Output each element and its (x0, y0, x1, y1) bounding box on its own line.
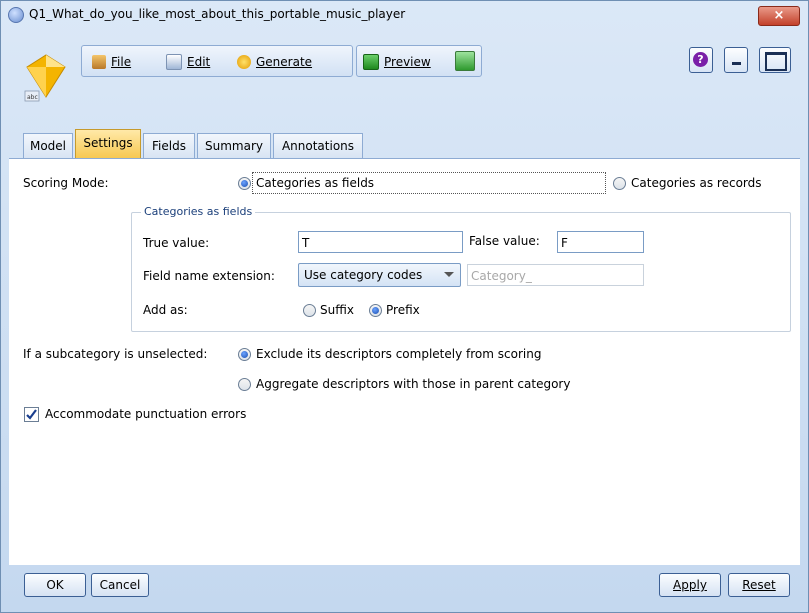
app-icon (8, 7, 24, 23)
group-title: Categories as fields (141, 205, 256, 218)
checkmark-icon (26, 409, 37, 420)
edit-menu[interactable]: Edit (166, 54, 210, 70)
title-bar[interactable]: Q1_What_do_you_like_most_about_this_port… (1, 1, 808, 29)
subcategory-exclude-radio[interactable] (238, 348, 251, 361)
preview-toolbar: Preview (356, 45, 482, 77)
add-as-suffix-radio[interactable] (303, 304, 316, 317)
field-name-extension-dropdown[interactable]: Use category codes (298, 263, 461, 287)
true-value-label: True value: (143, 236, 210, 250)
add-as-label: Add as: (143, 303, 188, 317)
reset-button[interactable]: Reset (728, 573, 790, 597)
file-icon (92, 55, 106, 69)
dialog-window: Q1_What_do_you_like_most_about_this_port… (0, 0, 809, 613)
dropdown-value: Use category codes (304, 268, 423, 282)
false-value-label: False value: (469, 234, 540, 248)
help-button[interactable]: ? (689, 47, 713, 73)
subcategory-label: If a subcategory is unselected: (23, 347, 208, 361)
subcategory-aggregate-radio[interactable] (238, 378, 251, 391)
extension-text-input[interactable]: Category_ (467, 264, 644, 286)
subcategory-aggregate-label[interactable]: Aggregate descriptors with those in pare… (256, 377, 570, 391)
add-as-prefix-label[interactable]: Prefix (386, 303, 420, 317)
minimize-icon (732, 62, 741, 65)
preview-button[interactable]: Preview (363, 54, 431, 70)
text-mining-node-icon: abc (24, 54, 66, 102)
generate-menu[interactable]: Generate (237, 54, 312, 70)
edit-icon (166, 54, 182, 70)
add-as-prefix-radio[interactable] (369, 304, 382, 317)
generate-icon (237, 55, 251, 69)
chevron-down-icon (444, 272, 454, 277)
scoring-fields-radio[interactable] (238, 177, 251, 190)
punctuation-checkbox[interactable] (24, 407, 39, 422)
scoring-mode-label: Scoring Mode: (23, 176, 109, 190)
tab-annotations[interactable]: Annotations (273, 133, 363, 158)
minimize-button[interactable] (724, 47, 748, 73)
scoring-records-radio[interactable] (613, 177, 626, 190)
scoring-fields-label[interactable]: Categories as fields (256, 176, 374, 190)
false-value-input[interactable]: F (557, 231, 644, 253)
punctuation-label[interactable]: Accommodate punctuation errors (45, 407, 246, 421)
tab-summary[interactable]: Summary (197, 133, 271, 158)
window-title: Q1_What_do_you_like_most_about_this_port… (29, 7, 406, 21)
settings-panel: Scoring Mode: Categories as fields Categ… (9, 158, 800, 565)
tab-fields[interactable]: Fields (143, 133, 195, 158)
maximize-icon (765, 52, 787, 71)
apply-button[interactable]: Apply (659, 573, 721, 597)
menu-toolbar: File Edit Generate (81, 45, 353, 77)
help-icon: ? (693, 52, 708, 67)
close-button[interactable]: × (758, 6, 800, 26)
scoring-records-label[interactable]: Categories as records (631, 176, 762, 190)
ok-button[interactable]: OK (24, 573, 86, 597)
true-value-input[interactable]: T (298, 231, 463, 253)
svg-text:abc: abc (27, 94, 38, 101)
add-as-suffix-label[interactable]: Suffix (320, 303, 354, 317)
maximize-button[interactable] (759, 47, 791, 73)
export-icon[interactable] (455, 51, 475, 71)
preview-icon (363, 54, 379, 70)
tab-settings[interactable]: Settings (75, 129, 141, 159)
cancel-button[interactable]: Cancel (91, 573, 149, 597)
file-menu[interactable]: File (92, 54, 131, 70)
tab-model[interactable]: Model (23, 133, 73, 158)
subcategory-exclude-label[interactable]: Exclude its descriptors completely from … (256, 347, 541, 361)
field-name-extension-label: Field name extension: (143, 269, 275, 283)
